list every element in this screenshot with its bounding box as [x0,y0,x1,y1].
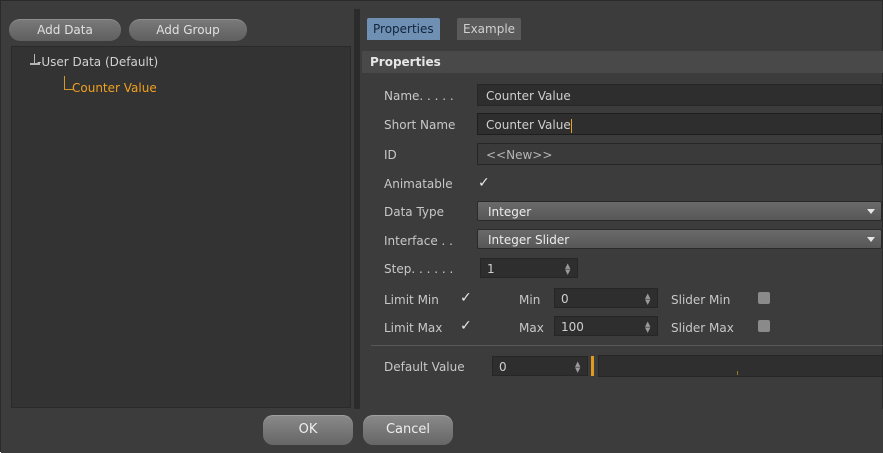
step-value: 1 [487,262,495,276]
spinner-arrows-icon[interactable]: ▲ ▼ [645,321,651,334]
spinner-arrows-icon[interactable]: ▲ ▼ [575,361,581,374]
properties-section-header: Properties [362,51,883,73]
name-label: Name. . . . . [384,89,454,103]
spinner-arrows-icon[interactable]: ▲ ▼ [645,293,651,306]
min-stepper[interactable]: 0 ▲ ▼ [554,288,658,308]
step-stepper[interactable]: 1 ▲ ▼ [480,258,578,278]
limit-max-checkbox[interactable]: ✓ [460,319,474,333]
checkmark-icon: ✓ [460,290,472,306]
cancel-button[interactable]: Cancel [363,415,453,445]
name-field[interactable]: Counter Value [477,84,882,106]
short-name-label: Short Name [384,118,456,132]
step-label: Step. . . . . . [384,262,454,276]
text-caret [570,118,572,133]
checkmark-icon: ✓ [460,318,472,334]
slider-min-label: Slider Min [671,293,731,307]
ok-button[interactable]: OK [263,415,353,445]
limit-max-label: Limit Max [384,321,443,335]
user-data-tree [11,46,351,408]
data-type-value: Integer [488,205,532,219]
max-stepper[interactable]: 100 ▲ ▼ [554,316,658,336]
tab-properties[interactable]: Properties [367,18,440,40]
chevron-down-icon [867,237,875,242]
spinner-arrows-icon[interactable]: ▲ ▼ [565,263,571,276]
tab-example[interactable]: Example [457,18,522,40]
user-data-dialog: Add Data Add Group -User Data (Default) … [0,0,883,453]
add-group-button[interactable]: Add Group [129,19,247,41]
slider-max-checkbox[interactable] [758,320,770,332]
slider-tick [737,371,738,375]
slider-max-label: Slider Max [671,321,734,335]
interface-dropdown[interactable]: Integer Slider [477,229,882,249]
tree-item-root[interactable]: -User Data (Default) [37,55,158,69]
short-name-value: Counter Value [486,118,571,132]
interface-value: Integer Slider [488,233,570,247]
max-label: Max [519,321,544,335]
checkmark-icon: ✓ [478,175,490,191]
short-name-field[interactable]: Counter Value [477,113,882,135]
chevron-down-icon [867,209,875,214]
limit-min-checkbox[interactable]: ✓ [460,291,474,305]
default-value-label: Default Value [384,360,465,374]
id-label: ID [384,148,397,162]
divider [371,345,883,346]
id-field: <<New>> [477,143,882,165]
slider-min-checkbox[interactable] [758,292,770,304]
limit-min-label: Limit Min [384,293,439,307]
min-value: 0 [561,292,569,306]
slider-handle[interactable] [591,356,594,376]
left-toolbar: Add Data Add Group [1,1,354,41]
tree-item-counter-value[interactable]: Counter Value [72,81,157,95]
max-value: 100 [561,320,584,334]
interface-label: Interface . . [384,234,453,248]
animatable-checkbox[interactable]: ✓ [478,176,492,190]
default-value: 0 [499,360,507,374]
min-label: Min [519,293,541,307]
default-value-slider[interactable] [598,355,883,377]
panel-splitter[interactable] [354,9,360,409]
tree-item-root-label: User Data (Default) [41,55,159,69]
tree-connector [64,76,65,90]
data-type-label: Data Type [384,205,445,219]
add-data-button[interactable]: Add Data [9,19,121,41]
animatable-label: Animatable [384,177,453,191]
default-value-stepper[interactable]: 0 ▲ ▼ [492,356,588,376]
data-type-dropdown[interactable]: Integer [477,201,882,221]
